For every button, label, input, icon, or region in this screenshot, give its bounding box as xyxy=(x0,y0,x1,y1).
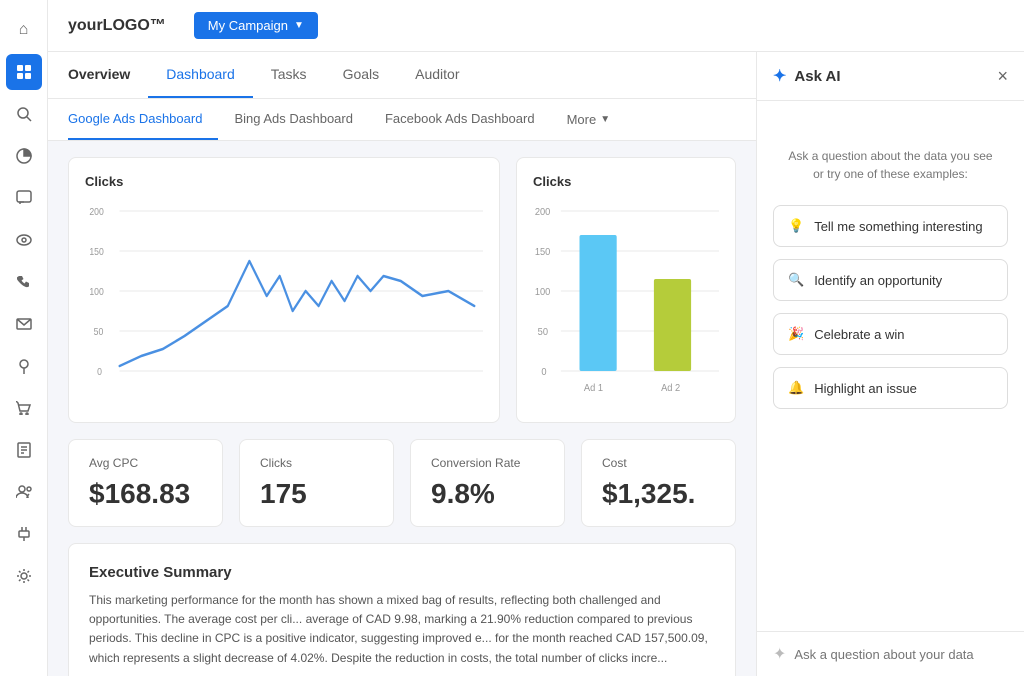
ai-input-spark-icon: ✦ xyxy=(773,644,786,664)
svg-text:150: 150 xyxy=(535,247,550,258)
ai-spark-icon: ✦ xyxy=(773,66,786,86)
top-bar: yourLOGO™ My Campaign xyxy=(48,0,1024,52)
metric-avg-cpc: Avg CPC $168.83 xyxy=(68,439,223,527)
tab-auditor[interactable]: Auditor xyxy=(397,52,477,98)
bar-chart-card: Clicks 200 150 100 50 0 xyxy=(516,157,736,423)
bulb-icon: 💡 xyxy=(788,218,804,234)
svg-text:Ad 1: Ad 1 xyxy=(584,383,603,394)
exec-summary-title: Executive Summary xyxy=(89,564,715,581)
metric-avg-cpc-label: Avg CPC xyxy=(89,456,202,470)
search-icon: 🔍 xyxy=(788,272,804,288)
ai-panel-header: ✦ Ask AI × xyxy=(757,52,1024,101)
metric-cost-label: Cost xyxy=(602,456,715,470)
ai-input-area: ✦ xyxy=(757,631,1024,676)
svg-text:0: 0 xyxy=(541,367,546,378)
ai-action-highlight-label: Highlight an issue xyxy=(814,381,917,396)
bell-icon: 🔔 xyxy=(788,380,804,396)
ai-action-celebrate-label: Celebrate a win xyxy=(814,327,904,342)
tab-goals[interactable]: Goals xyxy=(325,52,398,98)
tab-bing-ads[interactable]: Bing Ads Dashboard xyxy=(218,99,369,140)
tab-google-ads[interactable]: Google Ads Dashboard xyxy=(68,99,218,140)
nav-chat[interactable] xyxy=(6,180,42,216)
metric-cost-value: $1,325. xyxy=(602,478,715,510)
charts-section: Clicks 200 150 100 50 0 xyxy=(48,141,756,439)
svg-text:50: 50 xyxy=(538,327,548,338)
svg-text:200: 200 xyxy=(89,206,103,217)
ai-question-input[interactable] xyxy=(794,647,1008,662)
metric-conversion-rate: Conversion Rate 9.8% xyxy=(410,439,565,527)
nav-settings[interactable] xyxy=(6,558,42,594)
svg-text:200: 200 xyxy=(535,207,550,218)
metric-conversion-value: 9.8% xyxy=(431,478,544,510)
nav-users[interactable] xyxy=(6,474,42,510)
svg-text:150: 150 xyxy=(89,246,103,257)
ai-action-interesting-label: Tell me something interesting xyxy=(814,219,982,234)
ai-action-opportunity-label: Identify an opportunity xyxy=(814,273,942,288)
bar-chart-svg: 200 150 100 50 0 Ad 1 Ad 2 xyxy=(533,201,719,401)
logo: yourLOGO™ xyxy=(68,17,166,35)
tab-facebook-ads[interactable]: Facebook Ads Dashboard xyxy=(369,99,551,140)
line-chart-card: Clicks 200 150 100 50 0 xyxy=(68,157,500,423)
bar-chart-title: Clicks xyxy=(533,174,719,189)
nav-pin[interactable] xyxy=(6,348,42,384)
campaign-button[interactable]: My Campaign xyxy=(194,12,318,39)
tab-overview[interactable]: Overview xyxy=(68,52,148,98)
ai-panel: ✦ Ask AI × Ask a question about the data… xyxy=(756,52,1024,676)
svg-text:100: 100 xyxy=(535,287,550,298)
metric-clicks-label: Clicks xyxy=(260,456,373,470)
ai-action-opportunity[interactable]: 🔍 Identify an opportunity xyxy=(773,259,1008,301)
tab-tasks[interactable]: Tasks xyxy=(253,52,325,98)
nav-home[interactable]: ⌂ xyxy=(6,12,42,48)
tab-more[interactable]: More xyxy=(551,100,627,139)
ai-action-celebrate[interactable]: 🎉 Celebrate a win xyxy=(773,313,1008,355)
nav-grid[interactable] xyxy=(6,54,42,90)
left-navigation: ⌂ xyxy=(0,0,48,676)
metric-clicks: Clicks 175 xyxy=(239,439,394,527)
ai-action-interesting[interactable]: 💡 Tell me something interesting xyxy=(773,205,1008,247)
celebrate-icon: 🎉 xyxy=(788,326,804,342)
exec-summary-text: This marketing performance for the month… xyxy=(89,591,715,668)
executive-summary: Executive Summary This marketing perform… xyxy=(68,543,736,676)
main-area: yourLOGO™ My Campaign Overview Dashboard… xyxy=(48,0,1024,676)
svg-text:50: 50 xyxy=(94,326,104,337)
metric-clicks-value: 175 xyxy=(260,478,373,510)
nav-doc[interactable] xyxy=(6,432,42,468)
overview-tabs: Overview Dashboard Tasks Goals Auditor xyxy=(48,52,756,99)
tab-dashboard[interactable]: Dashboard xyxy=(148,52,253,98)
nav-search[interactable] xyxy=(6,96,42,132)
nav-plug[interactable] xyxy=(6,516,42,552)
content-area: Overview Dashboard Tasks Goals Auditor G… xyxy=(48,52,1024,676)
ai-action-highlight[interactable]: 🔔 Highlight an issue xyxy=(773,367,1008,409)
metric-conversion-label: Conversion Rate xyxy=(431,456,544,470)
nav-chart[interactable] xyxy=(6,138,42,174)
line-chart-title: Clicks xyxy=(85,174,483,189)
metrics-row: Avg CPC $168.83 Clicks 175 Conversion Ra… xyxy=(48,439,756,543)
metric-avg-cpc-value: $168.83 xyxy=(89,478,202,510)
svg-text:100: 100 xyxy=(89,286,103,297)
line-chart-svg: 200 150 100 50 0 xyxy=(85,201,483,401)
svg-text:Ad 2: Ad 2 xyxy=(661,383,680,394)
nav-eye[interactable] xyxy=(6,222,42,258)
ai-panel-title: ✦ Ask AI xyxy=(773,66,841,86)
ai-panel-close[interactable]: × xyxy=(997,67,1008,85)
svg-text:0: 0 xyxy=(97,366,102,377)
dashboard-area: Overview Dashboard Tasks Goals Auditor G… xyxy=(48,52,756,676)
nav-cart[interactable] xyxy=(6,390,42,426)
ai-panel-body: Ask a question about the data you see or… xyxy=(757,101,1024,631)
nav-phone[interactable] xyxy=(6,264,42,300)
ai-prompt-text: Ask a question about the data you see or… xyxy=(773,117,1008,193)
metric-cost: Cost $1,325. xyxy=(581,439,736,527)
sub-tabs: Google Ads Dashboard Bing Ads Dashboard … xyxy=(48,99,756,141)
nav-mail[interactable] xyxy=(6,306,42,342)
